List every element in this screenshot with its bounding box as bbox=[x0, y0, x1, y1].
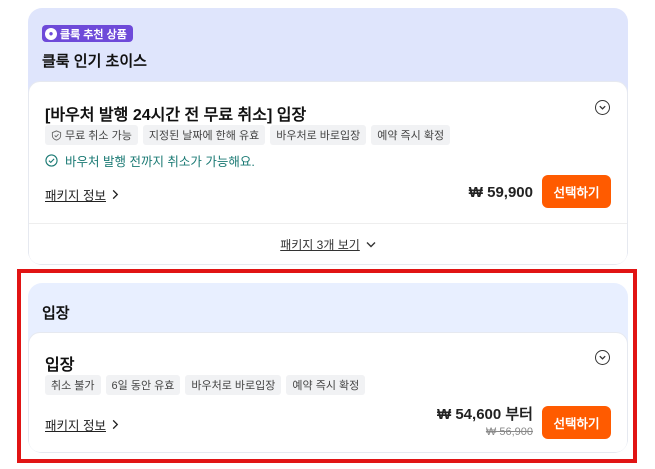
cancel-note: 바우처 발행 전까지 취소가 가능해요. bbox=[45, 151, 255, 170]
option-price: ₩ 59,900 bbox=[468, 184, 533, 201]
badge-label: 클룩 추천 상품 bbox=[60, 28, 127, 41]
recommended-section: ● 클룩 추천 상품 클룩 인기 초이스 [바우처 발행 24시간 전 무료 취… bbox=[28, 8, 628, 265]
tag-free-cancel: 무료 취소 가능 bbox=[45, 125, 138, 145]
chevron-right-icon bbox=[112, 189, 119, 200]
package-info-link[interactable]: 패키지 정보 bbox=[45, 185, 119, 204]
tag-date-valid: 지정된 날짜에 한해 유효 bbox=[142, 125, 266, 145]
show-more-packages[interactable]: 패키지 3개 보기 bbox=[29, 236, 627, 253]
check-circle-icon bbox=[45, 154, 58, 167]
tag-instant-confirm: 예약 즉시 확정 bbox=[371, 125, 451, 145]
divider bbox=[29, 223, 627, 224]
section-title: 클룩 인기 초이스 bbox=[42, 53, 147, 70]
tag-voucher-entry: 바우처로 바로입장 bbox=[270, 125, 367, 145]
option-tags: 무료 취소 가능 지정된 날짜에 한해 유효 바우처로 바로입장 예약 즉시 확… bbox=[45, 125, 451, 145]
klook-logo-icon: ● bbox=[45, 27, 57, 40]
chevron-down-icon bbox=[366, 242, 376, 248]
package-option-card: [바우처 발행 24시간 전 무료 취소] 입장 무료 취소 가능 지정된 날짜… bbox=[28, 81, 628, 265]
select-button[interactable]: 선택하기 bbox=[542, 175, 611, 208]
highlight-box bbox=[17, 269, 637, 463]
option-title: [바우처 발행 24시간 전 무료 취소] 입장 bbox=[45, 107, 307, 124]
shield-check-icon bbox=[51, 129, 62, 141]
expand-chevron-icon[interactable] bbox=[595, 100, 610, 115]
recommended-badge: ● 클룩 추천 상품 bbox=[42, 25, 133, 42]
